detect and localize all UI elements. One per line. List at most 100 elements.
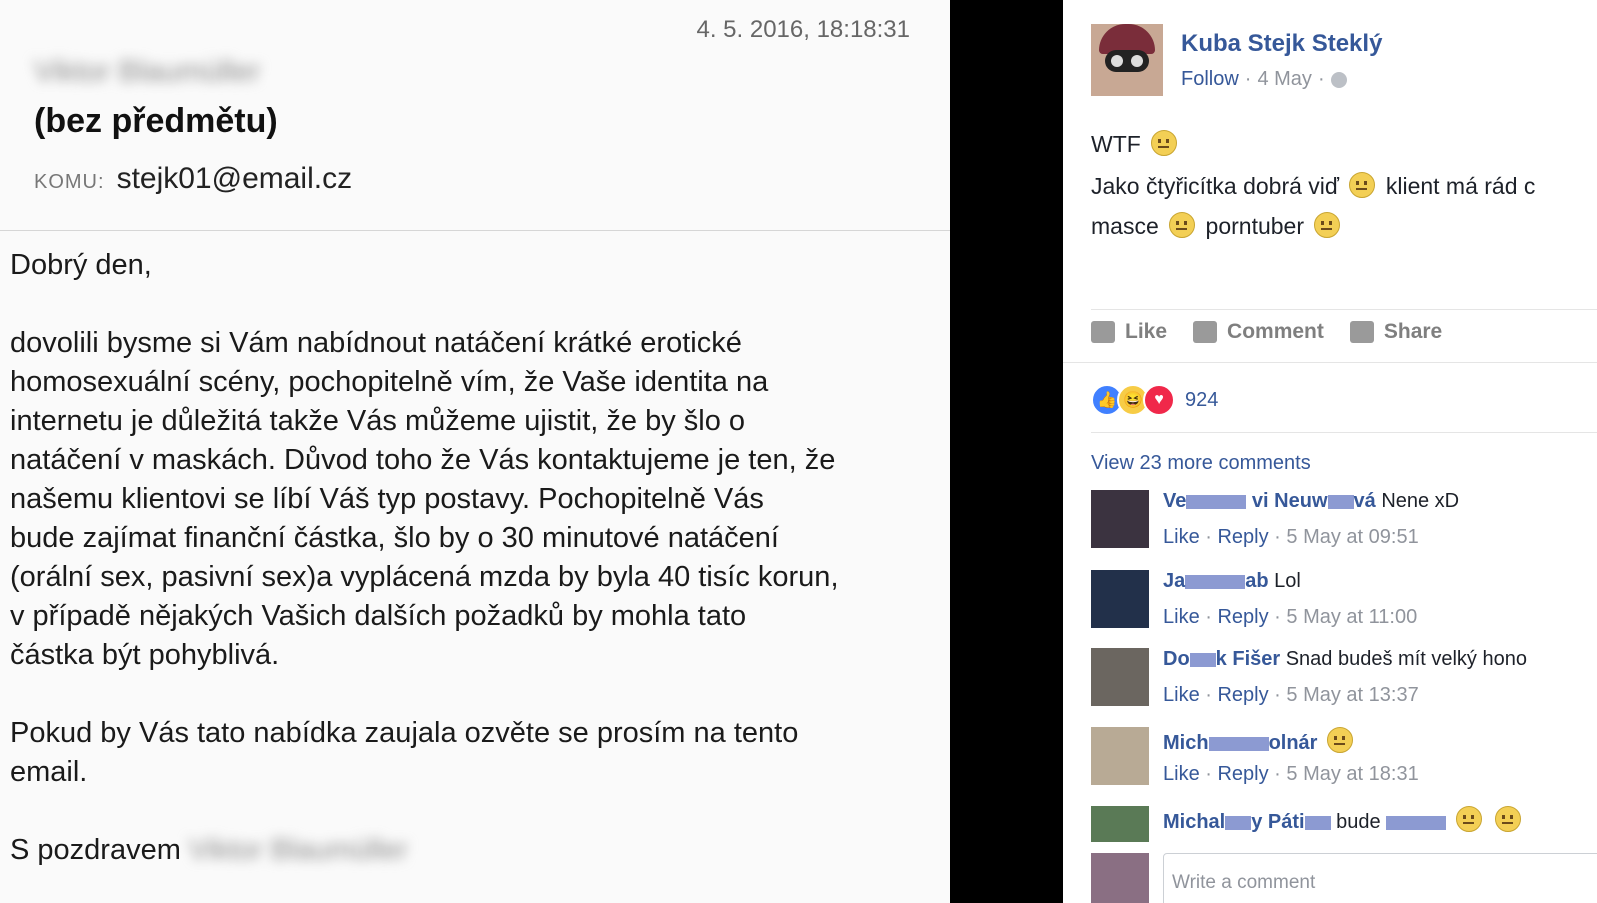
comment-like-link[interactable]: Like	[1163, 526, 1200, 548]
comment-header: Do k Fišer Snad budeš mít velký hono	[1163, 648, 1527, 671]
comment-item: Mich olnár Like · Reply · 5 May at 18:31	[1091, 727, 1597, 797]
to-label: KOMU:	[34, 171, 105, 193]
commenter-name[interactable]: y Páti	[1251, 811, 1304, 833]
comment-item: Ja ab Lol Like · Reply · 5 May at 11:00	[1091, 570, 1597, 640]
author-name[interactable]: Kuba Stejk Steklý	[1181, 30, 1382, 58]
comment-header: Ve vi Neuw vá Nene xD	[1163, 490, 1459, 513]
smiley-emoji-icon	[1169, 212, 1196, 238]
post-text: Jako čtyřicítka dobrá viď	[1091, 173, 1340, 199]
pixelated-mosaic	[1186, 494, 1213, 509]
commenter-name[interactable]: olnár	[1269, 732, 1318, 754]
body-line: homosexuální scény, pochopitelně vím, že…	[10, 366, 769, 398]
thumbs-up-icon	[1091, 321, 1115, 343]
pixelated-mosaic	[1225, 815, 1252, 830]
share-label: Share	[1383, 320, 1443, 343]
commenter-name[interactable]: Michal	[1163, 811, 1225, 833]
share-button[interactable]: Share	[1349, 320, 1443, 344]
write-comment-placeholder: Write a comment	[1172, 872, 1316, 893]
commenter-name[interactable]: vi Neuw	[1252, 490, 1328, 512]
post-date[interactable]: 4 May	[1257, 68, 1311, 91]
body-line: bude zajímat finanční částka, šlo by o 3…	[10, 522, 779, 554]
email-subject: (bez předmětu)	[34, 102, 278, 140]
commenter-name[interactable]: Ja	[1163, 570, 1185, 592]
comment-text: Lol	[1274, 570, 1301, 592]
comment-item: Ve vi Neuw vá Nene xD Like · Reply · 5 Ma…	[1091, 490, 1597, 560]
meta-dot: ·	[1244, 68, 1252, 90]
body-line: dovolili bysme si Vám nabídnout natáčení…	[10, 327, 742, 359]
comment-like-link[interactable]: Like	[1163, 606, 1200, 628]
email-date: 4. 5. 2016, 18:18:31	[696, 16, 910, 43]
comment-reply-link[interactable]: Reply	[1217, 606, 1268, 628]
smiley-emoji-icon	[1327, 727, 1354, 753]
signoff-name-blurred: Viktor Blaumüller	[188, 834, 408, 866]
smiley-emoji-icon	[1495, 806, 1522, 832]
reactions-summary[interactable]: 👍 😆 ♥ 924	[1091, 384, 1218, 416]
commenter-avatar[interactable]	[1091, 727, 1149, 785]
email-body: Dobrý den, dovolili bysme si Vám nabídno…	[10, 246, 940, 903]
commenter-avatar[interactable]	[1091, 570, 1149, 628]
divider	[1091, 432, 1597, 433]
commenter-avatar[interactable]	[1091, 648, 1149, 706]
to-address[interactable]: stejk01@email.cz	[117, 162, 353, 196]
current-user-avatar	[1091, 853, 1149, 903]
author-avatar[interactable]	[1091, 24, 1163, 96]
post-text: klient má rád c	[1385, 173, 1536, 199]
comment-header: Mich olnár	[1163, 727, 1357, 755]
meta-dot: ·	[1317, 68, 1325, 90]
view-more-comments-link[interactable]: View 23 more comments	[1091, 452, 1311, 475]
comment-time[interactable]: 5 May at 18:31	[1286, 763, 1418, 785]
comment-header: Ja ab Lol	[1163, 570, 1301, 593]
comment-footer: Like · Reply · 5 May at 18:31	[1163, 763, 1419, 785]
comment-text: bude	[1336, 811, 1381, 833]
commenter-name[interactable]: k Fišer	[1216, 648, 1280, 670]
pixelated-mosaic	[1211, 574, 1246, 589]
comment-reply-link[interactable]: Reply	[1217, 684, 1268, 706]
comment-button[interactable]: Comment	[1193, 320, 1324, 344]
divider	[1091, 309, 1597, 310]
comment-time[interactable]: 5 May at 13:37	[1286, 684, 1418, 706]
commenter-name[interactable]: Ve	[1163, 490, 1186, 512]
avatar-eye	[1111, 55, 1123, 67]
comment-bubble-icon	[1193, 321, 1218, 343]
write-comment-input[interactable]: Write a comment	[1163, 853, 1597, 903]
comment-time[interactable]: 5 May at 11:00	[1286, 606, 1417, 628]
commenter-avatar[interactable]	[1091, 490, 1149, 548]
comment-reply-link[interactable]: Reply	[1217, 526, 1268, 548]
comment-text: Snad budeš mít velký hono	[1285, 648, 1527, 670]
smiley-emoji-icon	[1151, 130, 1178, 156]
pixelated-mosaic	[1189, 652, 1216, 667]
email-paragraph-closing: Pokud by Vás tato nabídka zaujala ozvěte…	[10, 714, 940, 792]
share-arrow-icon	[1349, 321, 1374, 343]
smiley-emoji-icon	[1314, 212, 1341, 238]
comment-reply-link[interactable]: Reply	[1217, 763, 1268, 785]
body-line: v případě nějakých Vašich dalších požadk…	[10, 600, 747, 632]
pixelated-mosaic	[1208, 736, 1235, 751]
comment-time[interactable]: 5 May at 09:51	[1286, 526, 1418, 548]
body-line: Pokud by Vás tato nabídka zaujala ozvěte…	[10, 717, 799, 749]
signoff-text: S pozdravem	[10, 834, 181, 866]
pixelated-mosaic	[1327, 494, 1354, 509]
follow-link[interactable]: Follow	[1181, 68, 1239, 91]
comment-footer: Like · Reply · 5 May at 11:00	[1163, 606, 1418, 628]
post-text: WTF	[1091, 131, 1141, 157]
facebook-post-pane: Kuba Stejk Steklý Follow · 4 May · WTF J…	[1063, 0, 1597, 903]
commenter-avatar[interactable]	[1091, 806, 1149, 842]
post-text-line: Jako čtyřicítka dobrá viď klient má rád …	[1091, 172, 1535, 200]
body-line: (orální sex, pasivní sex)a vyplácená mzd…	[10, 561, 839, 593]
commenter-name[interactable]: Mich	[1163, 732, 1209, 754]
post-text-line: WTF	[1091, 130, 1181, 158]
commenter-name[interactable]: Do	[1163, 648, 1190, 670]
comment-like-link[interactable]: Like	[1163, 763, 1200, 785]
pixelated-mosaic	[1234, 736, 1269, 751]
like-label: Like	[1125, 320, 1168, 343]
comment-like-link[interactable]: Like	[1163, 684, 1200, 706]
commenter-name[interactable]: ab	[1245, 570, 1268, 592]
commenter-name[interactable]: vá	[1354, 490, 1376, 512]
comment-item: Do k Fišer Snad budeš mít velký hono Like…	[1091, 648, 1597, 718]
email-greeting: Dobrý den,	[10, 249, 152, 281]
like-button[interactable]: Like	[1091, 320, 1167, 344]
email-header: 4. 5. 2016, 18:18:31 Viktor Blaumüller (…	[0, 0, 950, 231]
divider	[1063, 362, 1597, 363]
body-line: natáčení v maskách. Důvod toho že Vás ko…	[10, 444, 836, 476]
love-reaction-icon: ♥	[1143, 384, 1175, 416]
